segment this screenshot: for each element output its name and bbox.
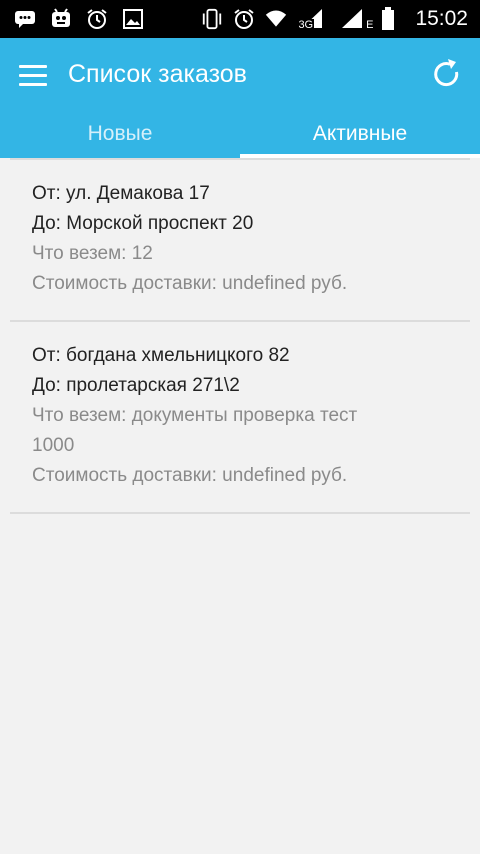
refresh-button[interactable] <box>428 56 464 92</box>
wifi-icon <box>265 8 287 30</box>
status-bar-notifications <box>14 6 144 32</box>
page-title: Список заказов <box>68 60 247 88</box>
clock: 15:02 <box>415 7 468 30</box>
app-bar: Список заказов Новые Активные <box>0 38 480 158</box>
signal-icon: 3G <box>297 8 327 31</box>
image-icon <box>122 8 144 30</box>
order-from: От: ул. Демакова 17 <box>32 183 210 204</box>
order-to: До: пролетарская 271\2 <box>32 375 240 396</box>
robot-icon <box>50 8 72 30</box>
order-from: От: богдана хмельницкого 82 <box>32 345 290 366</box>
order-cargo: Что везем: документы проверка тест 1000 <box>32 405 358 456</box>
signal-icon: E <box>337 8 373 31</box>
refresh-icon <box>434 59 459 87</box>
alarm-icon <box>86 8 108 30</box>
tab-active-label: Активные <box>312 122 408 145</box>
alarm-icon <box>233 8 255 30</box>
order-card[interactable]: От: богдана хмельницкого 82 До: пролетар… <box>10 322 470 514</box>
network-type-label-2: E <box>366 19 374 31</box>
order-price: Стоимость доставки: undefined руб. <box>32 273 348 294</box>
tab-bar: Новые Активные <box>0 110 480 158</box>
message-icon <box>14 8 36 30</box>
menu-icon <box>19 82 47 86</box>
battery-icon <box>377 7 399 30</box>
network-type-label: 3G <box>297 19 315 31</box>
menu-icon <box>19 64 47 68</box>
status-bar: 3G E 15:02 <box>0 0 480 38</box>
menu-button[interactable] <box>14 58 52 92</box>
tab-new[interactable]: Новые <box>0 110 240 158</box>
menu-icon <box>19 73 47 77</box>
toolbar: Список заказов <box>0 38 480 110</box>
order-cargo: Что везем: 12 <box>32 243 153 264</box>
vibrate-icon <box>201 8 223 30</box>
orders-list: От: ул. Демакова 17 До: Морской проспект… <box>10 158 470 514</box>
tab-active[interactable]: Активные <box>240 110 480 158</box>
status-bar-system: 3G E 15:02 <box>201 6 468 32</box>
order-to: До: Морской проспект 20 <box>32 213 254 234</box>
tab-new-label: Новые <box>87 122 153 145</box>
order-price: Стоимость доставки: undefined руб. <box>32 465 348 486</box>
order-card[interactable]: От: ул. Демакова 17 До: Морской проспект… <box>10 158 470 322</box>
